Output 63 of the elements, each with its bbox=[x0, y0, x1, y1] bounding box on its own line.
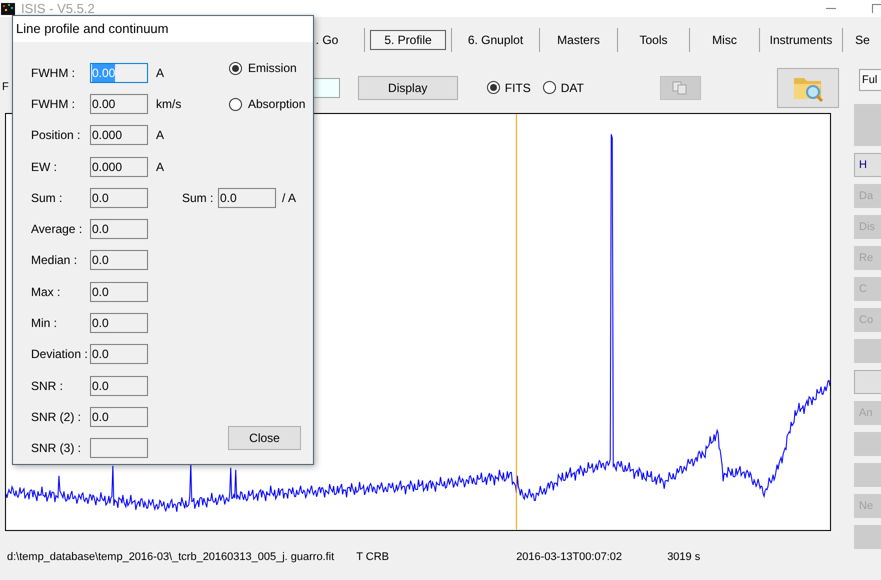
radio-label: Absorption bbox=[248, 96, 306, 113]
close-button[interactable]: Close bbox=[228, 426, 301, 450]
radio-label: Emission bbox=[248, 60, 297, 77]
field-label: Average : bbox=[31, 221, 84, 238]
tab[interactable]: Masters bbox=[545, 30, 612, 50]
field-label: Min : bbox=[31, 315, 58, 332]
field-label: SNR : bbox=[31, 378, 64, 395]
radio-label: DAT bbox=[560, 80, 584, 96]
observation-date: 2016-03-13T00:07:02 bbox=[516, 550, 623, 566]
field-label: SNR (2) : bbox=[31, 408, 82, 426]
tab[interactable]: Misc bbox=[695, 30, 754, 50]
tab[interactable]: 5. Profile bbox=[370, 30, 446, 50]
dialog-title: Line profile and continuum bbox=[13, 16, 313, 42]
value-field[interactable]: 0.0 bbox=[90, 219, 148, 240]
value-field[interactable]: 0.0 bbox=[90, 188, 148, 208]
value-field[interactable]: 0.0 bbox=[90, 313, 148, 334]
open-file-button[interactable] bbox=[776, 68, 839, 108]
field-label: Deviation : bbox=[31, 346, 89, 364]
radio-button[interactable] bbox=[542, 81, 556, 94]
object-name: T CRB bbox=[356, 550, 390, 566]
field-label: FWHM : bbox=[31, 96, 76, 113]
field-label: Max : bbox=[31, 284, 62, 301]
radio-label: FITS bbox=[504, 80, 531, 96]
value-field[interactable]: 0.0 bbox=[90, 282, 148, 302]
field-label: Position : bbox=[31, 127, 82, 144]
tab[interactable]: Tools bbox=[623, 30, 684, 50]
file-path: d:\temp_database\temp_2016-03\_tcrb_20160313_005_j. guarro.fit bbox=[7, 550, 334, 566]
value-field[interactable]: 0.0 bbox=[90, 376, 148, 396]
value-field[interactable]: 0.00 bbox=[90, 94, 148, 114]
side-button[interactable]: H bbox=[854, 153, 881, 177]
field-label: Sum : bbox=[182, 190, 214, 207]
tab[interactable]: Instruments bbox=[765, 30, 837, 50]
value-field[interactable]: 0.000 bbox=[90, 156, 148, 177]
value-field[interactable] bbox=[90, 438, 148, 458]
unit-label: A bbox=[156, 127, 164, 144]
mode-dropdown[interactable]: Ful bbox=[859, 69, 881, 91]
window-title: ISIS - V5.5.2 bbox=[21, 0, 95, 18]
field-label: F bbox=[2, 80, 9, 96]
copy-icon bbox=[672, 80, 688, 94]
display-button[interactable]: Display bbox=[358, 76, 458, 100]
exposure-time: 3019 s bbox=[667, 550, 700, 566]
app-logo-icon bbox=[1, 2, 15, 14]
value-field[interactable]: 0.000 bbox=[90, 125, 148, 146]
field-label: SNR (3) : bbox=[31, 440, 82, 458]
unit-label: A bbox=[156, 64, 164, 82]
value-field[interactable]: 0.0 bbox=[218, 188, 276, 208]
tab[interactable]: 6. Gnuplot bbox=[457, 30, 534, 50]
value-field[interactable]: 0.0 bbox=[90, 406, 148, 427]
unit-label: A bbox=[156, 158, 164, 176]
field-label: Median : bbox=[31, 252, 78, 270]
maximize-icon[interactable] bbox=[872, 4, 881, 13]
field-label: EW : bbox=[31, 158, 58, 176]
radio-button[interactable] bbox=[486, 81, 500, 94]
radio-button[interactable] bbox=[229, 98, 242, 110]
unit-label: km/s bbox=[156, 96, 182, 113]
radio-button[interactable] bbox=[229, 62, 242, 74]
value-field[interactable]: 0.0 bbox=[90, 250, 148, 270]
field-label: Sum : bbox=[31, 190, 64, 207]
value-field[interactable]: 0.0 bbox=[90, 344, 148, 364]
tab[interactable]: Se bbox=[848, 30, 877, 50]
field-label: FWHM : bbox=[31, 64, 76, 82]
minimize-icon[interactable] bbox=[826, 8, 836, 10]
unit-label: / A bbox=[282, 190, 296, 207]
